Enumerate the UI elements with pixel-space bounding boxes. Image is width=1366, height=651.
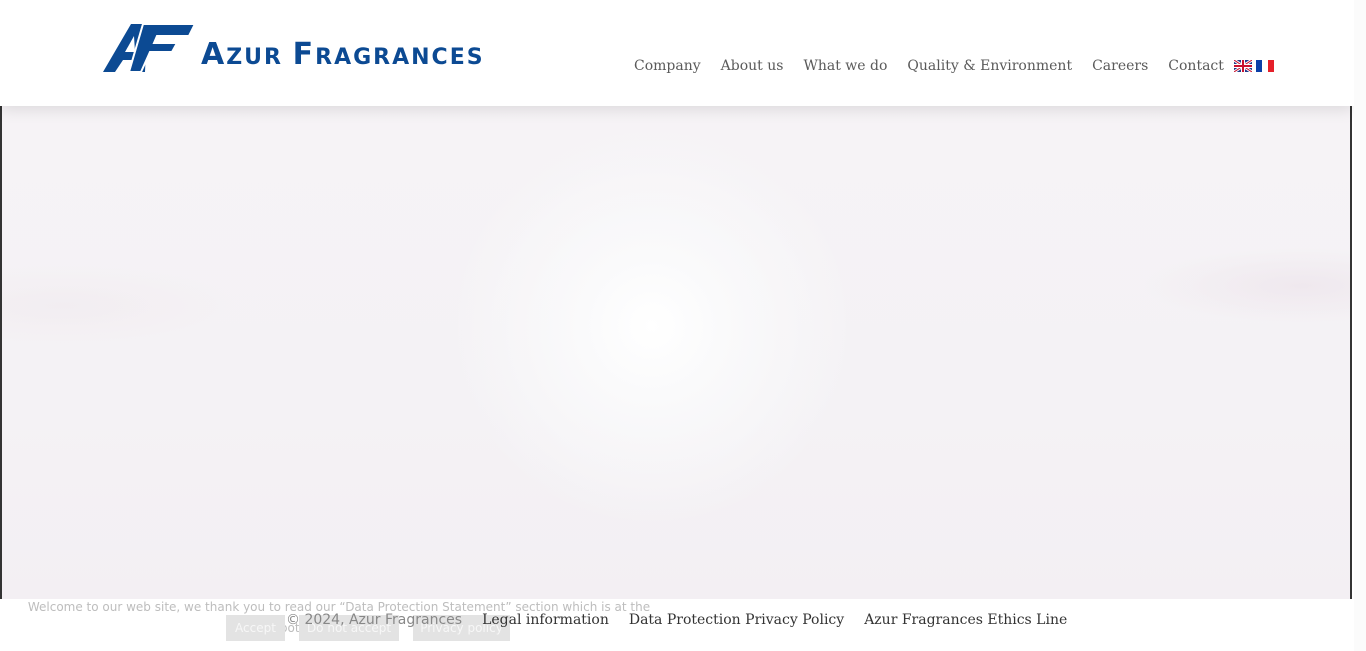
copyright-text: © 2024, Azur Fragrances <box>286 612 463 628</box>
data-protection-policy-link[interactable]: Data Protection Privacy Policy <box>629 612 844 628</box>
legal-information-link[interactable]: Legal information <box>482 612 609 628</box>
brand-name: AZUR FRAGRANCES <box>201 37 485 72</box>
main-nav: Company About us What we do Quality & En… <box>624 58 1274 74</box>
nav-quality-environment[interactable]: Quality & Environment <box>897 58 1082 74</box>
uk-flag-icon[interactable] <box>1233 60 1252 72</box>
brand-logo[interactable]: AZUR FRAGRANCES <box>103 20 485 72</box>
nav-what-we-do[interactable]: What we do <box>793 58 897 74</box>
footer-links: © 2024, Azur Fragrances Legal informatio… <box>286 612 1087 628</box>
nav-about-us[interactable]: About us <box>711 58 794 74</box>
nav-company[interactable]: Company <box>624 58 711 74</box>
hero-banner <box>0 106 1352 599</box>
brand-wordmark: AZUR FRAGRANCES <box>201 40 485 72</box>
nav-careers[interactable]: Careers <box>1082 58 1158 74</box>
page-scrollbar[interactable] <box>1354 0 1366 651</box>
nav-contact[interactable]: Contact <box>1158 58 1234 74</box>
language-switcher <box>1233 60 1274 72</box>
af-monogram-icon <box>103 23 195 72</box>
cookie-accept-button[interactable]: Accept <box>226 615 285 641</box>
ethics-line-link[interactable]: Azur Fragrances Ethics Line <box>864 612 1067 628</box>
fr-flag-icon[interactable] <box>1255 60 1274 72</box>
site-header: AZUR FRAGRANCES Company About us What we… <box>0 0 1354 106</box>
